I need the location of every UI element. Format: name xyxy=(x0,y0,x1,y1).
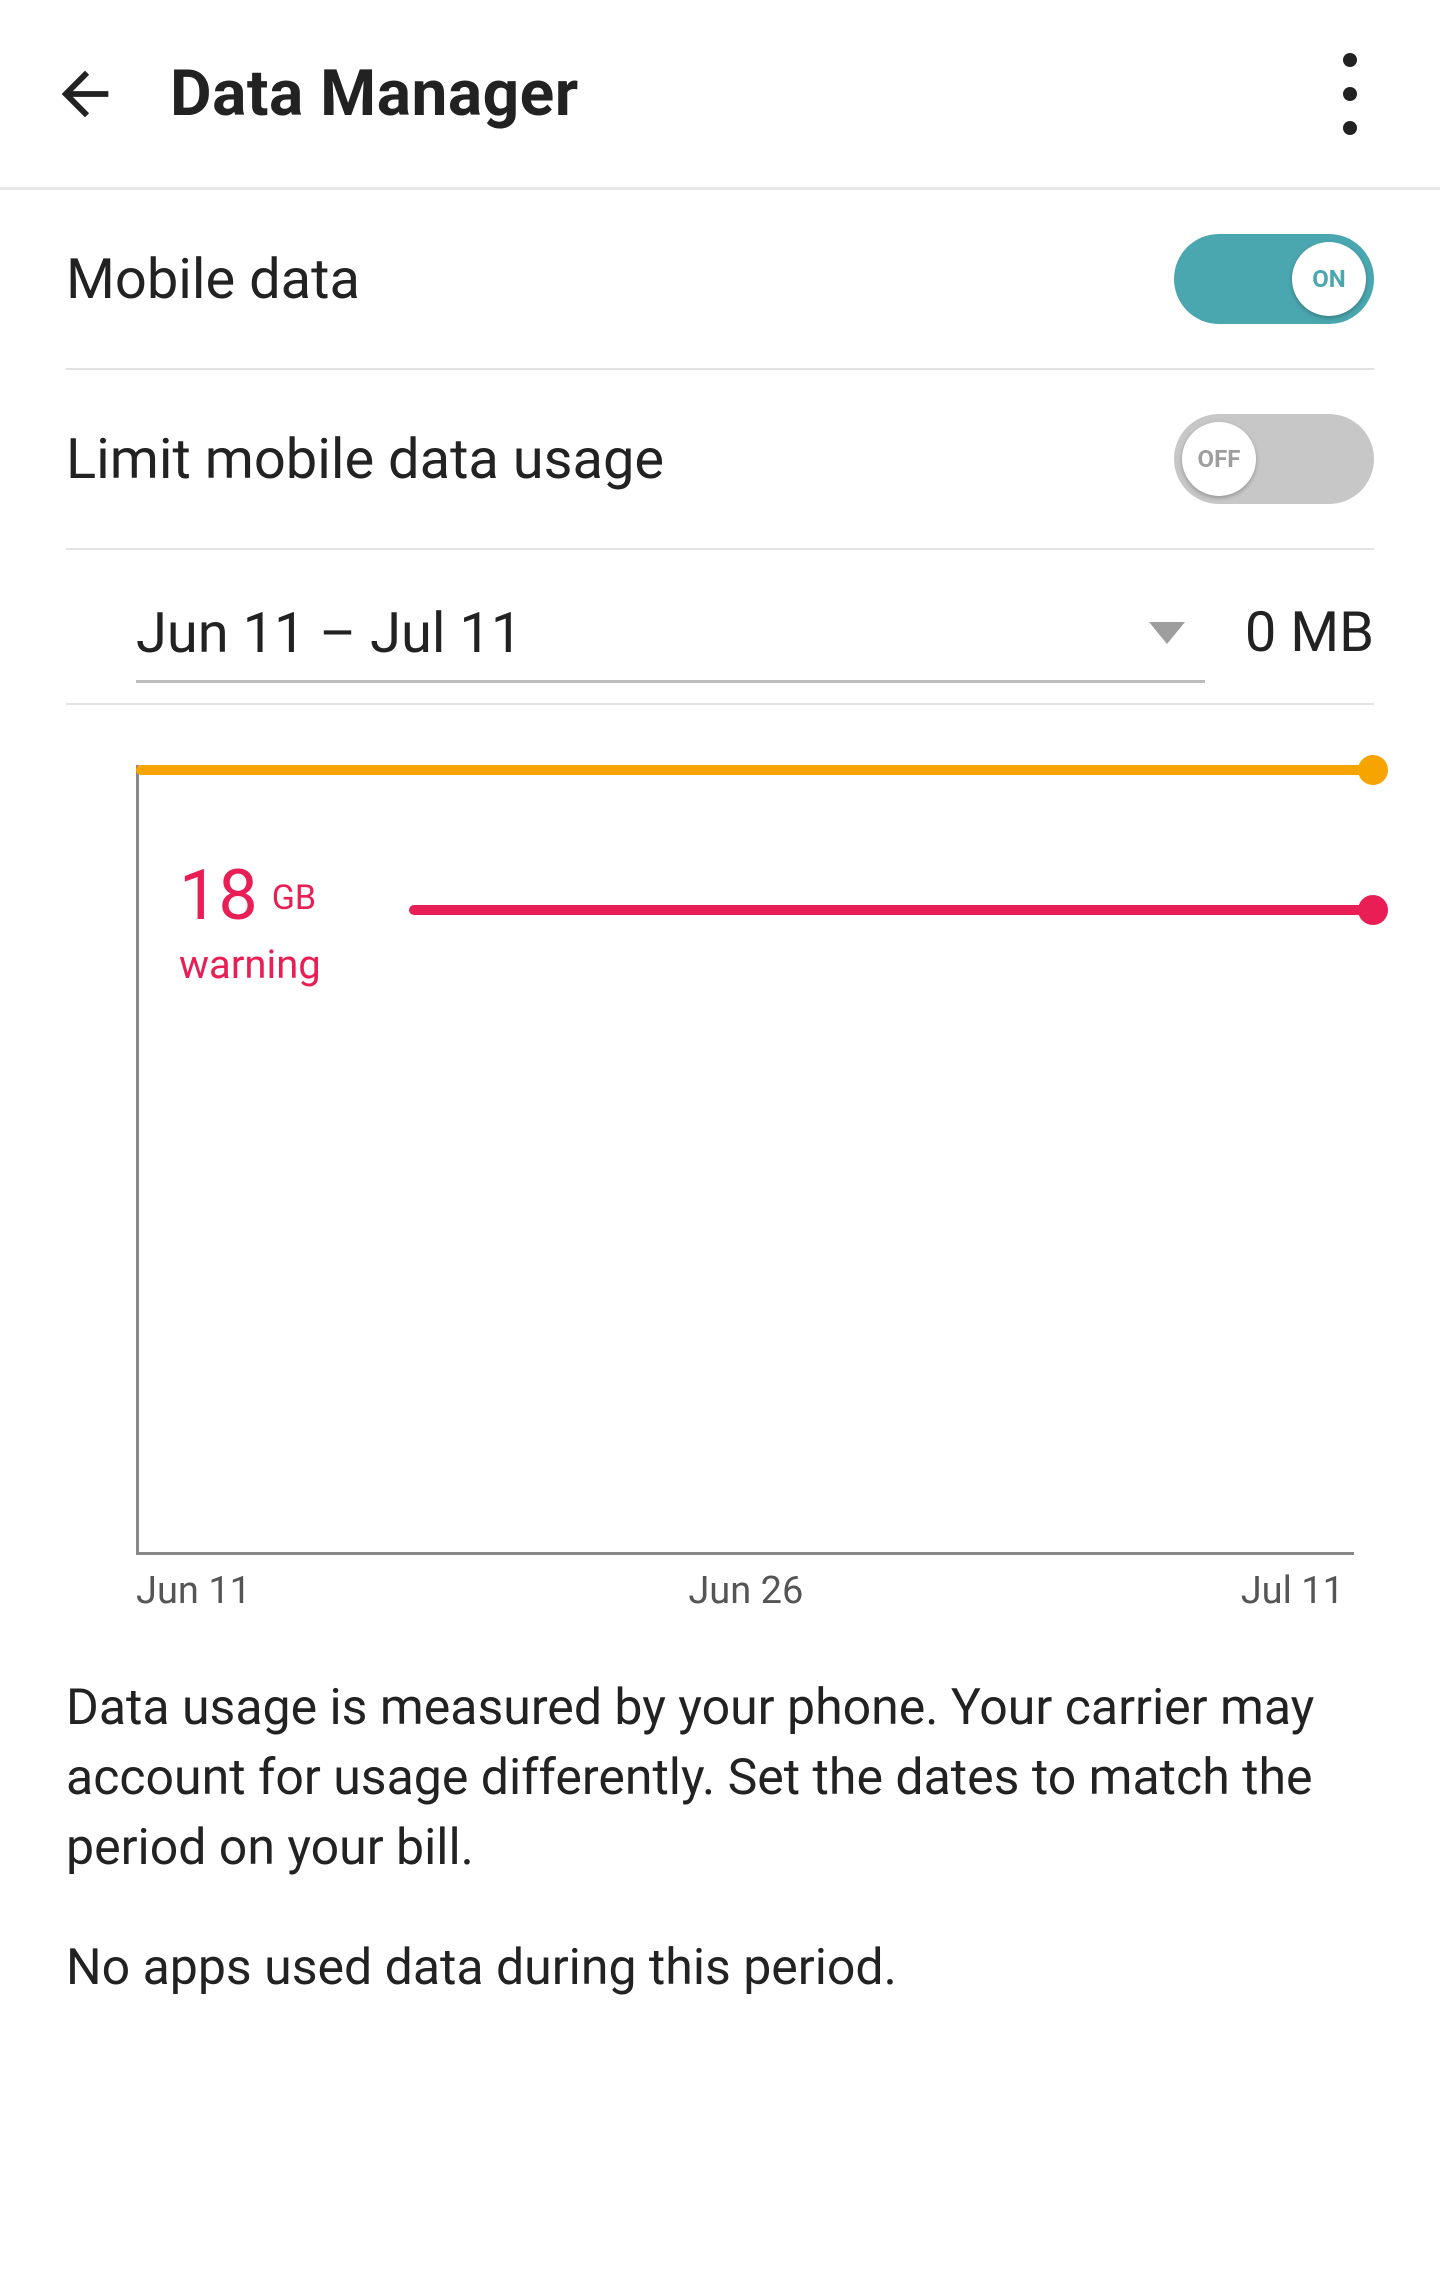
back-button[interactable] xyxy=(40,49,130,139)
usage-chart: 18 GB warning Jun 11 Jun 26 Jul 11 xyxy=(66,705,1374,1613)
period-range-label: Jun 11 – Jul 11 xyxy=(136,600,522,666)
limit-usage-label: Limit mobile data usage xyxy=(66,426,664,492)
more-vertical-icon xyxy=(1343,121,1357,135)
usage-disclaimer-text: Data usage is measured by your phone. Yo… xyxy=(66,1673,1374,1883)
warning-sublabel: warning xyxy=(179,941,321,988)
content-area: Mobile data ON Limit mobile data usage O… xyxy=(0,190,1440,2003)
no-apps-text: No apps used data during this period. xyxy=(66,1933,1374,2003)
period-usage-value: 0 MB xyxy=(1245,599,1374,665)
x-tick: Jul 11 xyxy=(1241,1569,1344,1613)
warning-unit: GB xyxy=(272,878,316,918)
mobile-data-row: Mobile data ON xyxy=(66,190,1374,370)
limit-usage-row: Limit mobile data usage OFF xyxy=(66,370,1374,550)
chart-plot-area: 18 GB warning xyxy=(136,765,1354,1555)
chart-x-axis: Jun 11 Jun 26 Jul 11 xyxy=(136,1569,1344,1613)
toggle-knob: ON xyxy=(1292,242,1366,316)
x-tick: Jun 11 xyxy=(136,1569,251,1613)
warning-slider[interactable] xyxy=(409,905,1374,915)
more-vertical-icon xyxy=(1343,87,1357,101)
arrow-left-icon xyxy=(50,59,120,129)
overflow-menu-button[interactable] xyxy=(1320,34,1380,154)
mobile-data-label: Mobile data xyxy=(66,246,360,312)
period-dropdown[interactable]: Jun 11 – Jul 11 xyxy=(136,580,1205,683)
limit-slider[interactable] xyxy=(136,765,1374,775)
page-title: Data Manager xyxy=(170,56,579,131)
limit-usage-toggle[interactable]: OFF xyxy=(1174,414,1374,504)
warning-label: 18 GB warning xyxy=(179,855,321,988)
x-tick: Jun 26 xyxy=(688,1569,803,1613)
chevron-down-icon xyxy=(1149,622,1185,644)
mobile-data-toggle[interactable]: ON xyxy=(1174,234,1374,324)
period-row: Jun 11 – Jul 11 0 MB xyxy=(66,550,1374,705)
more-vertical-icon xyxy=(1343,53,1357,67)
app-header: Data Manager xyxy=(0,0,1440,190)
toggle-knob: OFF xyxy=(1182,422,1256,496)
warning-value: 18 xyxy=(179,855,258,937)
